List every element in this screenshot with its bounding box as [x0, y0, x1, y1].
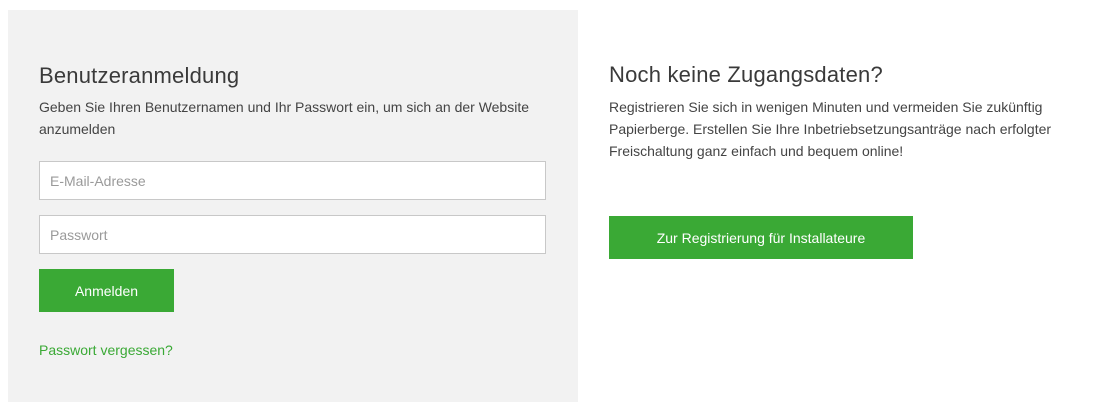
register-button[interactable]: Zur Registrierung für Installateure — [609, 216, 913, 259]
password-input[interactable] — [39, 215, 546, 254]
register-description: Registrieren Sie sich in wenigen Minuten… — [609, 99, 1052, 159]
login-title: Benutzeranmeldung — [39, 63, 240, 88]
login-panel: Benutzeranmeldung Geben Sie Ihren Benutz… — [8, 10, 578, 402]
register-title: Noch keine Zugangsdaten? — [609, 62, 883, 87]
email-input[interactable] — [39, 161, 546, 200]
forgot-password-link[interactable]: Passwort vergessen? — [39, 342, 173, 358]
login-button[interactable]: Anmelden — [39, 269, 174, 312]
login-description: Geben Sie Ihren Benutzernamen und Ihr Pa… — [39, 99, 530, 137]
